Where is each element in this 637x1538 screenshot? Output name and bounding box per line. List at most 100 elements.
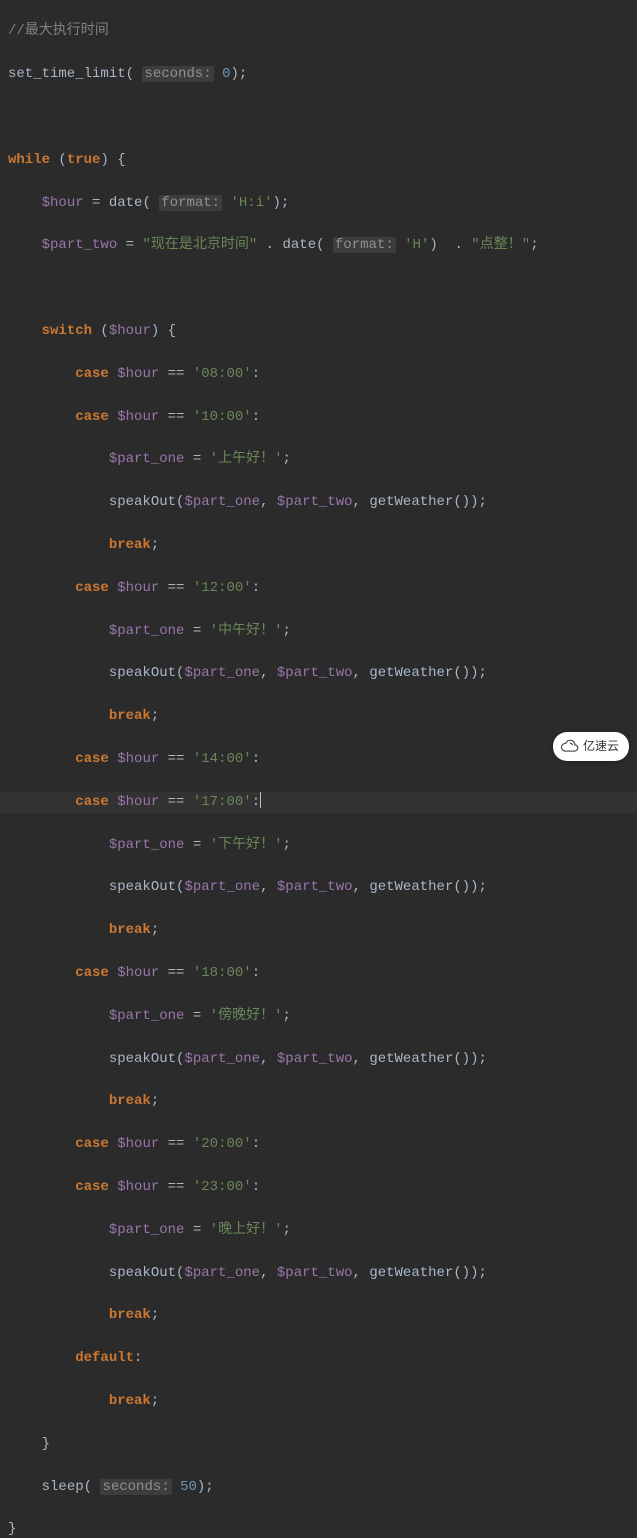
code-line[interactable]: $part_one = '下午好！'; [0,835,637,856]
keyword: break [109,537,151,553]
keyword: break [109,1307,151,1323]
string-literal: '10:00' [193,409,252,425]
code-line[interactable]: case $hour == '18:00': [0,963,637,984]
comment-text: //最大执行时间 [8,23,109,39]
code-line[interactable]: case $hour == '12:00': [0,578,637,599]
variable: $part_one [184,1265,260,1281]
variable: $hour [117,366,159,382]
code-line[interactable]: $part_one = '傍晚好！'; [0,1006,637,1027]
variable: $part_two [277,1051,353,1067]
code-line[interactable]: speakOut($part_one, $part_two, getWeathe… [0,877,637,898]
code-editor[interactable]: //最大执行时间 set_time_limit( seconds: 0); wh… [0,0,637,1538]
code-line[interactable]: speakOut($part_one, $part_two, getWeathe… [0,1263,637,1284]
code-line[interactable]: default: [0,1348,637,1369]
variable: $part_two [277,494,353,510]
param-hint: format: [333,237,396,253]
code-line[interactable]: break; [0,706,637,727]
operator: == [168,794,185,810]
function-name: getWeather [369,665,453,681]
keyword: case [75,1136,109,1152]
code-line[interactable]: break; [0,1091,637,1112]
cloud-icon [559,735,579,753]
watermark-badge: 亿速云 [553,732,629,761]
string-literal: '晚上好！' [210,1222,283,1238]
code-line[interactable] [0,278,637,299]
variable: $part_one [109,451,185,467]
code-line[interactable]: speakOut($part_one, $part_two, getWeathe… [0,1049,637,1070]
code-line[interactable]: set_time_limit( seconds: 0); [0,64,637,85]
keyword: break [109,708,151,724]
code-line[interactable]: speakOut($part_one, $part_two, getWeathe… [0,663,637,684]
function-name: getWeather [369,494,453,510]
param-hint: seconds: [142,66,213,82]
variable: $part_one [109,1008,185,1024]
variable: $part_one [184,879,260,895]
string-literal: '17:00' [193,794,252,810]
variable: $hour [117,1136,159,1152]
code-line[interactable]: break; [0,535,637,556]
code-line[interactable]: switch ($hour) { [0,321,637,342]
variable: $part_two [42,237,118,253]
code-line[interactable]: $part_one = '中午好！'; [0,621,637,642]
keyword: case [75,794,109,810]
variable: $hour [117,409,159,425]
operator: == [168,409,185,425]
number-literal: 50 [180,1479,197,1495]
string-literal: '上午好！' [210,451,283,467]
function-name: sleep [42,1479,84,1495]
code-line[interactable]: case $hour == '10:00': [0,407,637,428]
code-line[interactable]: case $hour == '14:00': [0,749,637,770]
variable: $hour [117,965,159,981]
code-line-current[interactable]: case $hour == '17:00': [0,792,637,813]
code-line[interactable]: $part_two = "现在是北京时间" . date( format: 'H… [0,235,637,256]
paren: ( [126,66,143,82]
code-line[interactable]: while (true) { [0,150,637,171]
variable: $hour [42,195,84,211]
code-line[interactable]: case $hour == '23:00': [0,1177,637,1198]
operator: == [168,1179,185,1195]
keyword: while [8,152,50,168]
code-line[interactable]: case $hour == '08:00': [0,364,637,385]
keyword: case [75,580,109,596]
keyword: true [67,152,101,168]
function-name: speakOut [109,494,176,510]
code-line[interactable]: case $hour == '20:00': [0,1134,637,1155]
string-literal: '14:00' [193,751,252,767]
variable: $part_one [109,1222,185,1238]
string-literal: '下午好！' [210,837,283,853]
string-literal: '中午好！' [210,623,283,639]
variable: $part_one [184,665,260,681]
keyword: case [75,965,109,981]
variable: $part_two [277,1265,353,1281]
param-hint: seconds: [100,1479,171,1495]
code-line[interactable]: } [0,1519,637,1538]
string-literal: '18:00' [193,965,252,981]
code-line[interactable]: $hour = date( format: 'H:i'); [0,193,637,214]
keyword: case [75,409,109,425]
operator: == [168,1136,185,1152]
keyword: default [75,1350,134,1366]
function-name: set_time_limit [8,66,126,82]
variable: $hour [117,1179,159,1195]
function-name: getWeather [369,1265,453,1281]
variable: $part_two [277,665,353,681]
variable: $hour [117,580,159,596]
string-literal: '08:00' [193,366,252,382]
code-line[interactable]: break; [0,920,637,941]
code-line[interactable]: break; [0,1305,637,1326]
code-line[interactable]: $part_one = '上午好！'; [0,449,637,470]
string-literal: "现在是北京时间" [142,237,257,253]
code-line[interactable]: //最大执行时间 [0,21,637,42]
code-line[interactable]: speakOut($part_one, $part_two, getWeathe… [0,492,637,513]
operator: == [168,965,185,981]
function-name: date [282,237,316,253]
variable: $part_one [184,494,260,510]
text-cursor [260,792,261,808]
code-line[interactable]: $part_one = '晚上好！'; [0,1220,637,1241]
string-literal: 'H:i' [230,195,272,211]
code-line[interactable] [0,107,637,128]
code-line[interactable]: sleep( seconds: 50); [0,1477,637,1498]
code-line[interactable]: } [0,1434,637,1455]
code-line[interactable]: break; [0,1391,637,1412]
variable: $part_two [277,879,353,895]
